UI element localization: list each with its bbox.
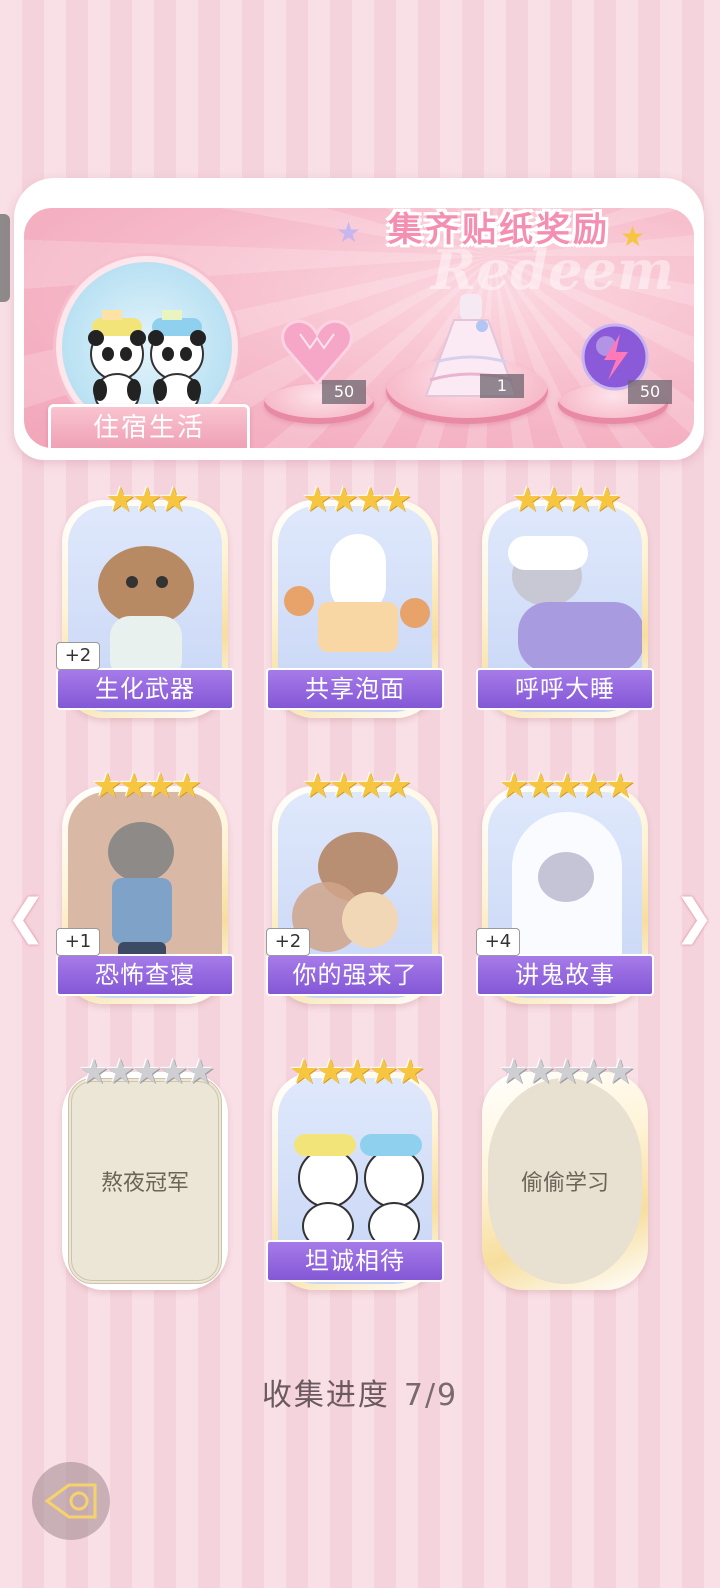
sparkle-star-icon: ★ xyxy=(620,220,646,253)
star-icon: ★ xyxy=(578,1052,609,1092)
star-icon: ★ xyxy=(498,766,530,806)
card-title: 讲鬼故事 xyxy=(476,954,654,996)
sticker-card[interactable]: ★★★★★ 偷偷学习 xyxy=(482,1054,648,1290)
sticker-card[interactable]: ★★★ 生化武器 +2 xyxy=(56,482,234,718)
sticker-card[interactable]: ★★★★★ 熬夜冠军 xyxy=(62,1054,228,1290)
sticker-card[interactable]: ★★★★★ 坦诚相待 xyxy=(266,1054,444,1290)
card-title: 共享泡面 xyxy=(266,668,444,710)
card-star-rating: ★★★ xyxy=(62,482,228,518)
duplicate-count-badge: +1 xyxy=(56,928,100,956)
chevron-left-icon[interactable]: ❮ xyxy=(6,892,46,942)
star-icon: ★ xyxy=(184,1052,216,1092)
star-icon: ★ xyxy=(131,1052,163,1092)
star-icon: ★ xyxy=(105,1052,136,1092)
star-icon: ★ xyxy=(525,766,556,806)
star-icon: ★ xyxy=(578,766,609,806)
progress-label: 收集进度 xyxy=(261,1378,390,1413)
card-star-rating: ★★★★★ xyxy=(482,768,648,804)
star-icon: ★ xyxy=(145,766,176,806)
star-icon: ★ xyxy=(158,480,189,520)
star-icon: ★ xyxy=(302,480,333,520)
chevron-right-icon[interactable]: ❯ xyxy=(674,892,714,942)
star-icon: ★ xyxy=(302,766,333,806)
star-icon: ★ xyxy=(171,766,202,806)
card-title: 你的强来了 xyxy=(266,954,444,996)
star-icon: ★ xyxy=(328,766,360,806)
back-button[interactable] xyxy=(32,1462,110,1540)
banner-title: 集齐贴纸奖励 xyxy=(388,210,610,250)
card-title: 恐怖查寝 xyxy=(56,954,234,996)
collection-progress: 收集进度 7/9 xyxy=(0,1370,720,1414)
card-title: 熬夜冠军 xyxy=(100,1171,189,1196)
star-icon: ★ xyxy=(565,480,596,520)
card-star-rating: ★★★★★ xyxy=(62,1054,228,1090)
duplicate-count-badge: +2 xyxy=(266,928,310,956)
card-star-rating: ★★★★★ xyxy=(272,1054,438,1090)
star-icon: ★ xyxy=(498,1052,530,1092)
card-title: 坦诚相待 xyxy=(266,1240,444,1282)
star-icon: ★ xyxy=(105,480,136,520)
sticker-card[interactable]: ★★★★ 呼呼大睡 xyxy=(476,482,654,718)
card-star-rating: ★★★★★ xyxy=(482,1054,648,1090)
panda-collection-label: 住宿生活 xyxy=(48,404,250,448)
card-title: 偷偷学习 xyxy=(520,1171,609,1196)
star-icon: ★ xyxy=(591,480,622,520)
duplicate-count-badge: +4 xyxy=(476,928,520,956)
star-icon: ★ xyxy=(355,480,386,520)
star-icon: ★ xyxy=(551,1052,583,1092)
sticker-card[interactable]: ★★★★ 共享泡面 xyxy=(266,482,444,718)
sparkle-star-icon: ★ xyxy=(336,216,362,249)
star-icon: ★ xyxy=(525,1052,556,1092)
sticker-card[interactable]: ★★★★★ 讲鬼故事 +4 xyxy=(476,768,654,1004)
card-star-rating: ★★★★ xyxy=(482,482,648,518)
star-icon: ★ xyxy=(604,1052,636,1092)
card-star-rating: ★★★★ xyxy=(272,482,438,518)
star-icon: ★ xyxy=(512,480,543,520)
duplicate-count-badge: +2 xyxy=(56,642,100,670)
reward-banner: Redeem 住宿生活 50 1 50 ★ 集齐贴纸奖励 ★ xyxy=(14,178,704,460)
star-icon: ★ xyxy=(315,1052,346,1092)
star-icon: ★ xyxy=(381,766,412,806)
star-icon: ★ xyxy=(604,766,636,806)
progress-value: 7/9 xyxy=(403,1378,459,1413)
sticker-card[interactable]: ★★★★ 恐怖查寝 +1 xyxy=(56,768,234,1004)
back-arrow-icon xyxy=(44,1483,97,1519)
side-tab-handle[interactable] xyxy=(0,214,10,302)
card-title: 生化武器 xyxy=(56,668,234,710)
card-star-rating: ★★★★ xyxy=(272,768,438,804)
card-title: 呼呼大睡 xyxy=(476,668,654,710)
reward-count-1: 50 xyxy=(322,380,366,404)
star-icon: ★ xyxy=(78,1052,110,1092)
star-icon: ★ xyxy=(355,766,386,806)
star-icon: ★ xyxy=(158,1052,189,1092)
star-icon: ★ xyxy=(381,480,412,520)
reward-count-2: 1 xyxy=(480,374,524,398)
star-icon: ★ xyxy=(288,1052,320,1092)
reward-count-3: 50 xyxy=(628,380,672,404)
star-icon: ★ xyxy=(368,1052,399,1092)
star-icon: ★ xyxy=(394,1052,426,1092)
star-icon: ★ xyxy=(538,480,570,520)
star-icon: ★ xyxy=(92,766,123,806)
card-star-rating: ★★★★ xyxy=(62,768,228,804)
sticker-card[interactable]: ★★★★ 你的强来了 +2 xyxy=(266,768,444,1004)
star-icon: ★ xyxy=(341,1052,373,1092)
star-icon: ★ xyxy=(118,766,150,806)
star-icon: ★ xyxy=(131,480,163,520)
star-icon: ★ xyxy=(551,766,583,806)
star-icon: ★ xyxy=(328,480,360,520)
